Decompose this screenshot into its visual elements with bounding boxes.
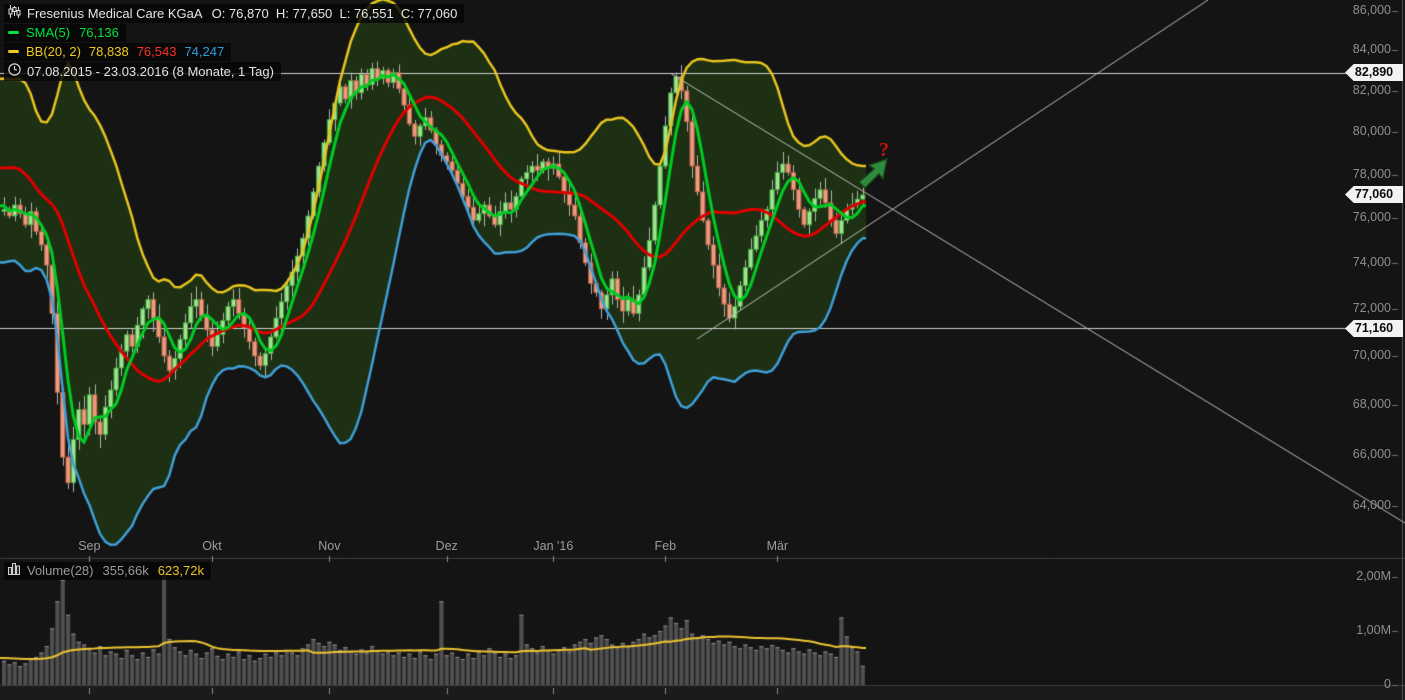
- y-axis-tick-label: 70,000: [1352, 348, 1391, 362]
- bb-line-icon: [8, 50, 19, 53]
- x-axis-label: Feb: [654, 539, 677, 553]
- volume-bars-icon: [8, 563, 21, 578]
- instrument-title: Fresenius Medical Care KGaA: [27, 5, 203, 21]
- block-arrow-up-right-icon: [858, 158, 888, 189]
- y-axis-tick-label: 76,000: [1352, 210, 1391, 225]
- y-axis-tick-label: 72,000: [1352, 300, 1391, 315]
- volume-ma-value: 623,72k: [157, 563, 205, 578]
- x-axis-label: Okt: [202, 539, 222, 553]
- y-axis-tick-label: 84,000: [1352, 42, 1391, 57]
- chart-legend: Fresenius Medical Care KGaA O: 76,870 H:…: [4, 4, 465, 82]
- bb-upper-value: 78,838: [88, 44, 129, 59]
- volume-axis-tick-label: 2,00M: [1356, 569, 1391, 583]
- up-arrow-annotation[interactable]: [854, 155, 894, 200]
- volume-axis-tick-label: 1,00M: [1356, 623, 1391, 637]
- x-axis-label: Sep: [78, 539, 101, 553]
- instrument-legend-row[interactable]: Fresenius Medical Care KGaA O: 76,870 H:…: [4, 4, 465, 23]
- price-volume-chart-canvas[interactable]: [0, 0, 1405, 700]
- y-axis-tick-label: 82,000: [1352, 82, 1391, 97]
- volume-axis-tick-label: 0: [1384, 677, 1391, 691]
- volume-current-value: 355,66k: [102, 563, 149, 578]
- candlestick-series-icon: [8, 5, 21, 21]
- volume-legend-row[interactable]: Volume(28) 355,66k 623,72k: [4, 562, 212, 580]
- y-axis-tick-label: 66,000: [1352, 446, 1391, 461]
- horizontal-level-tag-upper[interactable]: 82,890: [1345, 64, 1403, 81]
- sma-value: 76,136: [79, 25, 119, 40]
- last-price-tag: 77,060: [1345, 186, 1403, 203]
- x-axis-label: Mär: [766, 539, 789, 553]
- ohlc-values: O: 76,870 H: 77,650 L: 76,551 C: 77,060: [211, 5, 458, 21]
- date-range-row[interactable]: 07.08.2015 - 23.03.2016 (8 Monate, 1 Tag…: [4, 62, 281, 81]
- clock-icon: [8, 63, 21, 79]
- date-range-text: 07.08.2015 - 23.03.2016 (8 Monate, 1 Tag…: [27, 63, 274, 79]
- y-axis-tick-label: 74,000: [1352, 254, 1391, 269]
- horizontal-level-tag-lower[interactable]: 71,160: [1345, 320, 1403, 337]
- sma-line-icon: [8, 31, 19, 34]
- bb-lower-value: 74,247: [184, 44, 225, 59]
- bb-middle-value: 76,543: [136, 44, 177, 59]
- y-axis-tick-label: 68,000: [1352, 396, 1391, 411]
- sma-label: SMA(5): [26, 25, 71, 40]
- volume-label: Volume(28): [27, 563, 94, 578]
- bb-label: BB(20, 2): [26, 44, 81, 59]
- y-axis-tick-label: 86,000: [1352, 3, 1391, 17]
- x-axis-label: Jan '16: [533, 539, 574, 553]
- chart-window: Fresenius Medical Care KGaA O: 76,870 H:…: [0, 0, 1405, 700]
- sma-legend-row[interactable]: SMA(5) 76,136: [4, 24, 126, 42]
- y-axis-tick-label: 80,000: [1352, 124, 1391, 139]
- y-axis-tick-label: 78,000: [1352, 166, 1391, 181]
- x-axis-label: Dez: [435, 539, 458, 553]
- bb-legend-row[interactable]: BB(20, 2) 78,838 76,543 74,247: [4, 43, 232, 61]
- x-axis-label: Nov: [318, 539, 341, 553]
- y-axis-tick-label: 64,000: [1352, 498, 1391, 513]
